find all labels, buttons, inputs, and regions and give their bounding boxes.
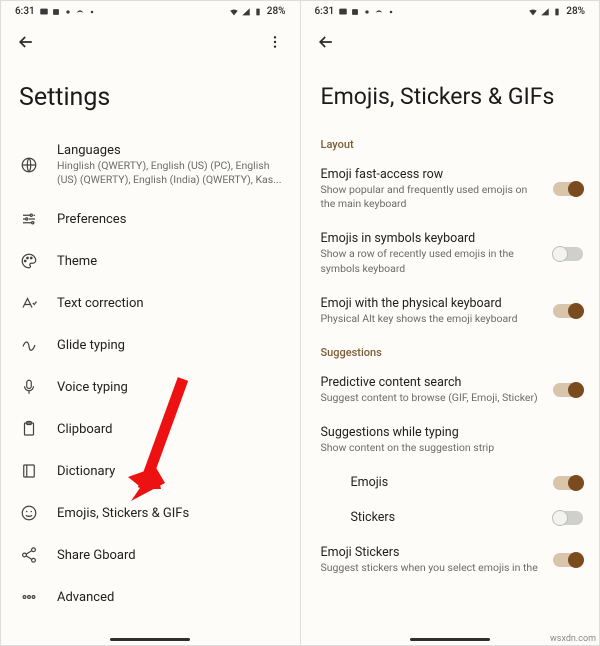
setting-title: Predictive content search bbox=[321, 375, 544, 390]
appbar bbox=[1, 21, 300, 59]
row-preferences[interactable]: Preferences bbox=[1, 198, 300, 240]
row-text-correction[interactable]: Text correction bbox=[1, 282, 300, 324]
status-bar: 6:31 28% bbox=[301, 1, 600, 21]
toggle-emoji-stickers[interactable] bbox=[553, 553, 583, 567]
toggle-stickers[interactable] bbox=[553, 511, 583, 525]
mic-icon bbox=[19, 377, 39, 397]
sliders-icon bbox=[19, 209, 39, 229]
setting-sub: Suggest content to browse (GIF, Emoji, S… bbox=[321, 391, 544, 405]
setting-sub: Physical Alt key shows the emoji keyboar… bbox=[321, 312, 544, 326]
appbar bbox=[301, 21, 600, 59]
row-glide-typing[interactable]: Glide typing bbox=[1, 324, 300, 366]
gesture-icon bbox=[19, 335, 39, 355]
section-suggestions: Suggestions bbox=[301, 336, 600, 365]
globe-icon bbox=[19, 155, 39, 175]
status-right-icons bbox=[528, 7, 562, 17]
row-while-typing: Suggestions while typing Show content on… bbox=[301, 415, 600, 465]
row-theme[interactable]: Theme bbox=[1, 240, 300, 282]
emoji-settings-screen: 6:31 28% Emojis, Stickers & GIFs Layout bbox=[301, 0, 600, 646]
status-battery: 28% bbox=[566, 6, 585, 17]
setting-title: Emoji Stickers bbox=[321, 545, 544, 560]
row-label: Clipboard bbox=[57, 422, 284, 437]
row-languages[interactable]: Languages Hinglish (QWERTY), English (US… bbox=[1, 132, 300, 198]
back-button[interactable] bbox=[315, 31, 337, 53]
toggle-symbols[interactable] bbox=[553, 247, 583, 261]
setting-sub: Suggest stickers when you select emojis … bbox=[321, 561, 544, 575]
row-stickers-sub[interactable]: Stickers bbox=[301, 500, 600, 535]
setting-sub: Show popular and frequently used emojis … bbox=[321, 183, 544, 211]
row-emoji-stickers[interactable]: Emoji Stickers Suggest stickers when you… bbox=[301, 535, 600, 585]
status-time: 6:31 bbox=[15, 6, 35, 17]
row-clipboard[interactable]: Clipboard bbox=[1, 408, 300, 450]
page-title: Settings bbox=[1, 59, 300, 132]
row-symbols[interactable]: Emojis in symbols keyboard Show a row of… bbox=[301, 221, 600, 285]
more-button[interactable] bbox=[264, 31, 286, 53]
settings-list: Languages Hinglish (QWERTY), English (US… bbox=[1, 132, 300, 645]
setting-title: Stickers bbox=[321, 510, 544, 525]
clipboard-icon bbox=[19, 419, 39, 439]
row-label: Dictionary bbox=[57, 464, 284, 479]
row-dictionary[interactable]: Dictionary bbox=[1, 450, 300, 492]
row-label: Glide typing bbox=[57, 338, 284, 353]
row-share[interactable]: Share Gboard bbox=[1, 534, 300, 576]
emoji-settings-list: Layout Emoji fast-access row Show popula… bbox=[301, 128, 600, 645]
setting-sub: Show a row of recently used emojis in th… bbox=[321, 247, 544, 275]
back-button[interactable] bbox=[15, 31, 37, 53]
status-left-icons bbox=[39, 7, 97, 17]
toggle-predictive[interactable] bbox=[553, 383, 583, 397]
section-layout: Layout bbox=[301, 128, 600, 157]
setting-title: Emojis bbox=[321, 475, 544, 490]
row-predictive[interactable]: Predictive content search Suggest conten… bbox=[301, 365, 600, 415]
status-bar: 6:31 28% bbox=[1, 1, 300, 21]
setting-title: Emoji with the physical keyboard bbox=[321, 296, 544, 311]
settings-screen: 6:31 28% Settings bbox=[0, 0, 301, 646]
setting-sub: Show content on the suggestion strip bbox=[321, 441, 584, 455]
row-label: Share Gboard bbox=[57, 548, 284, 563]
row-label: Languages bbox=[57, 143, 284, 158]
share-icon bbox=[19, 545, 39, 565]
row-label: Emojis, Stickers & GIFs bbox=[57, 506, 284, 521]
row-label: Preferences bbox=[57, 212, 284, 227]
setting-title: Emoji fast-access row bbox=[321, 167, 544, 182]
status-right-icons bbox=[229, 7, 263, 17]
status-battery: 28% bbox=[267, 6, 286, 17]
row-label: Advanced bbox=[57, 590, 284, 605]
status-time: 6:31 bbox=[315, 6, 335, 17]
nav-handle[interactable] bbox=[110, 638, 190, 641]
emoji-icon bbox=[19, 503, 39, 523]
row-physical[interactable]: Emoji with the physical keyboard Physica… bbox=[301, 286, 600, 336]
more-horizontal-icon bbox=[19, 587, 39, 607]
setting-title: Suggestions while typing bbox=[321, 425, 584, 440]
row-voice-typing[interactable]: Voice typing bbox=[1, 366, 300, 408]
status-left-icons bbox=[338, 7, 396, 17]
row-advanced[interactable]: Advanced bbox=[1, 576, 300, 618]
toggle-emojis[interactable] bbox=[553, 476, 583, 490]
row-emojis-sub[interactable]: Emojis bbox=[301, 465, 600, 500]
row-label: Text correction bbox=[57, 296, 284, 311]
row-emojis[interactable]: Emojis, Stickers & GIFs bbox=[1, 492, 300, 534]
watermark: wsxdn.com bbox=[550, 634, 596, 644]
toggle-fast-access[interactable] bbox=[553, 182, 583, 196]
toggle-physical[interactable] bbox=[553, 304, 583, 318]
page-title: Emojis, Stickers & GIFs bbox=[301, 59, 600, 128]
row-fast-access[interactable]: Emoji fast-access row Show popular and f… bbox=[301, 157, 600, 221]
row-label: Voice typing bbox=[57, 380, 284, 395]
setting-title: Emojis in symbols keyboard bbox=[321, 231, 544, 246]
nav-handle[interactable] bbox=[410, 638, 490, 641]
book-icon bbox=[19, 461, 39, 481]
row-label: Theme bbox=[57, 254, 284, 269]
palette-icon bbox=[19, 251, 39, 271]
text-correction-icon bbox=[19, 293, 39, 313]
row-sub: Hinglish (QWERTY), English (US) (PC), En… bbox=[57, 159, 284, 187]
